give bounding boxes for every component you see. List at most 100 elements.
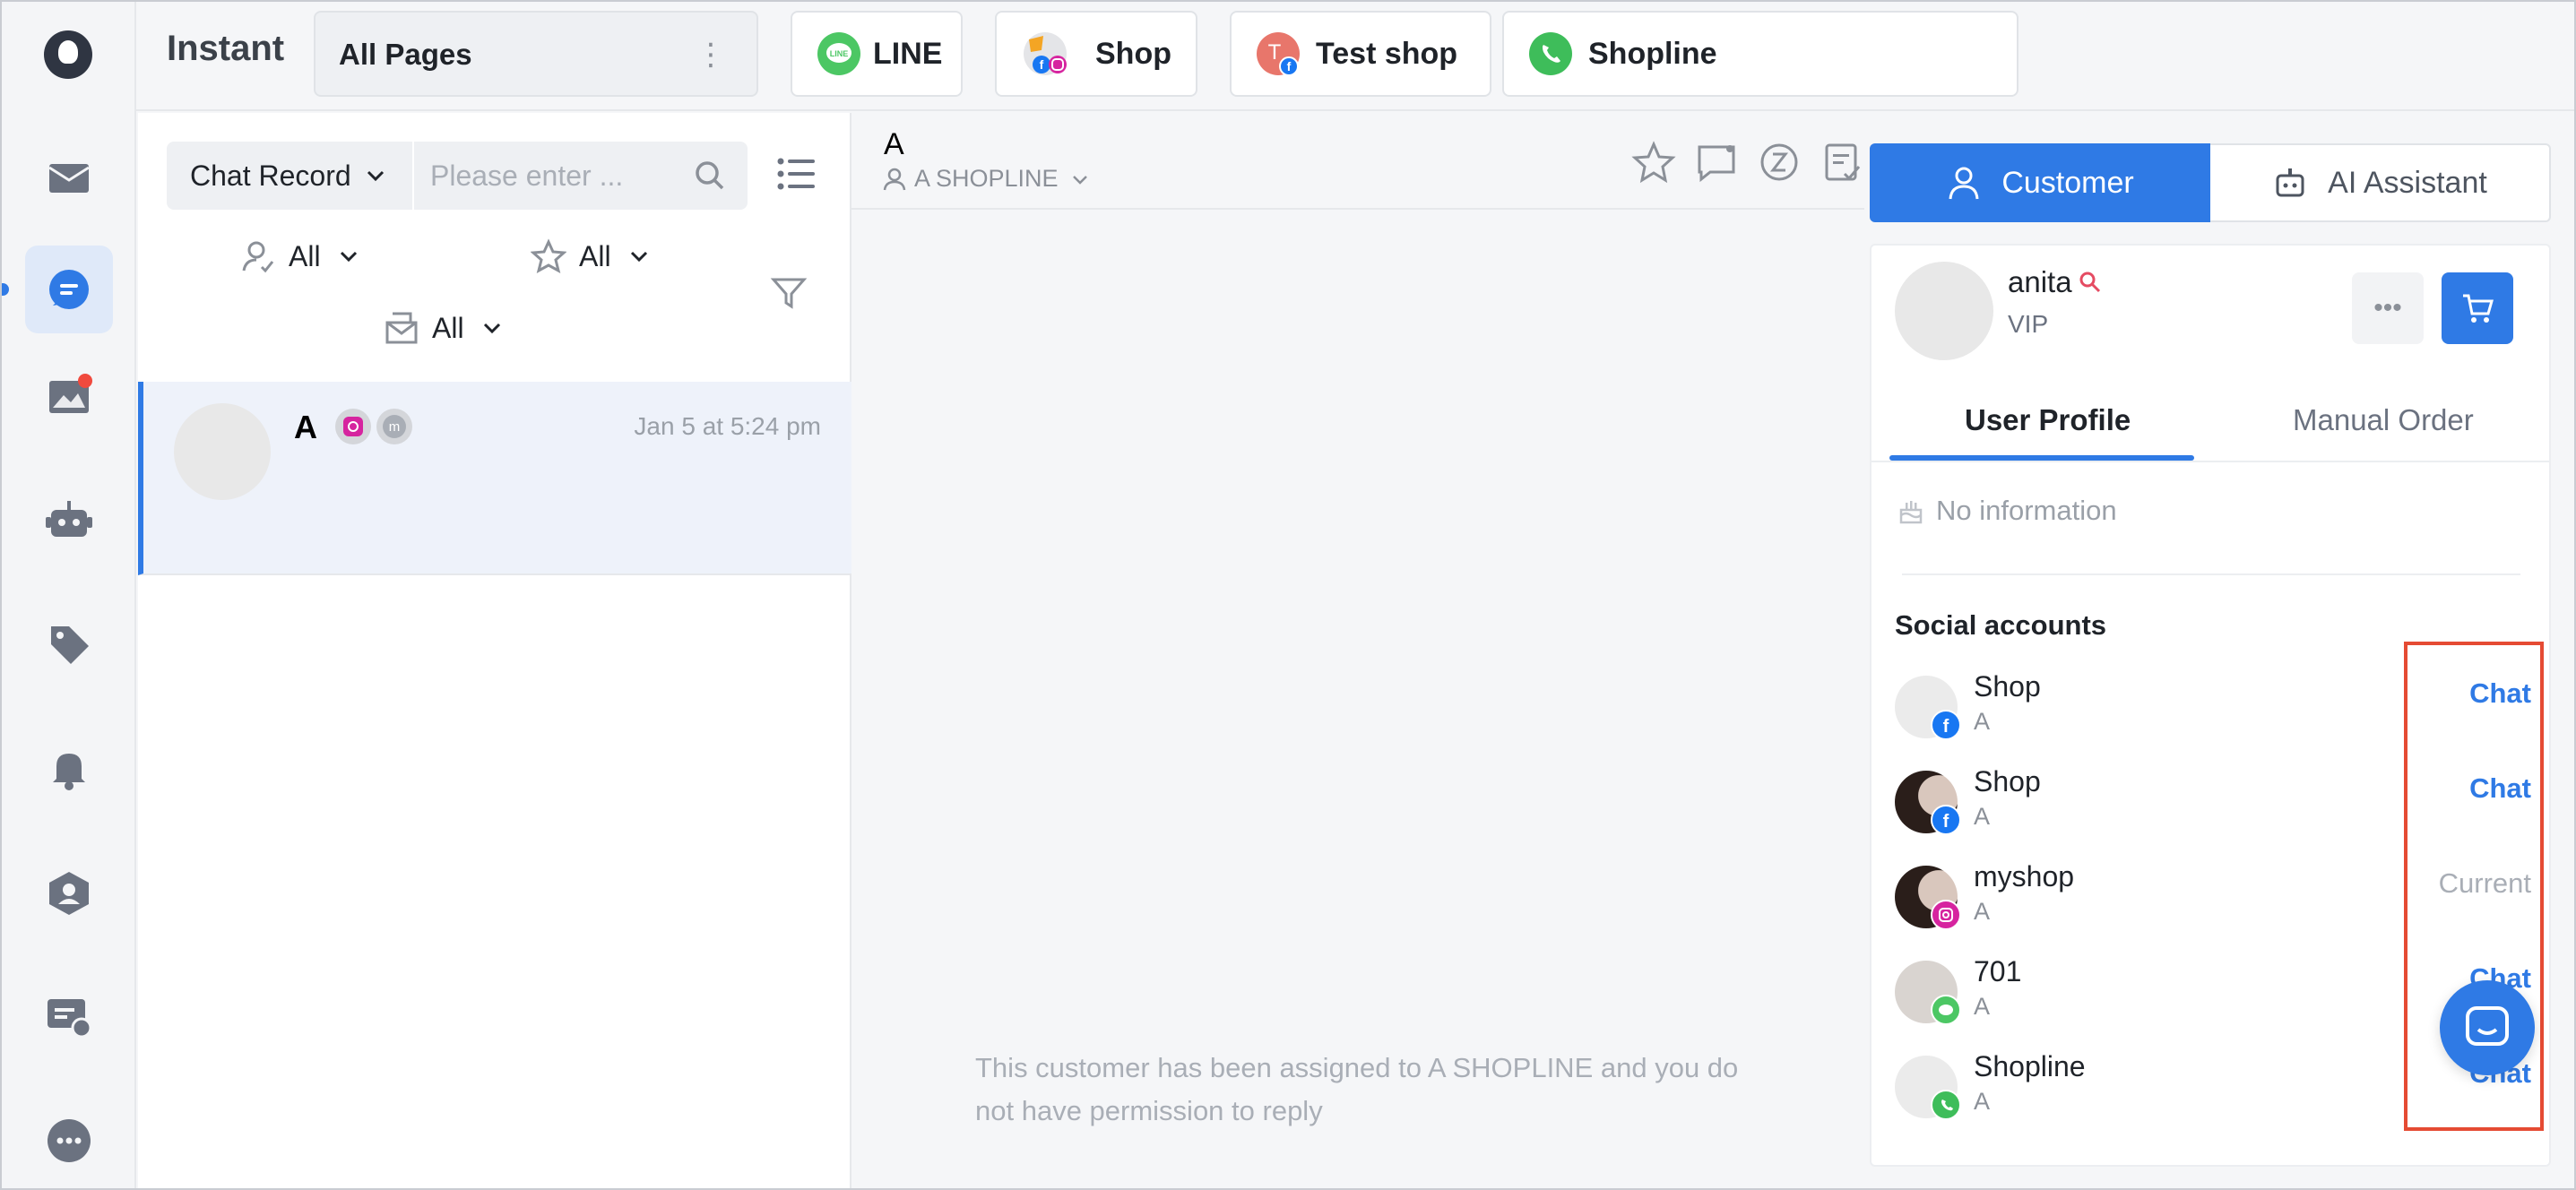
conversation-list-item[interactable]: A m Jan 5 at 5:24 pm [138, 382, 851, 575]
facebook-instagram-icon: f [1024, 32, 1067, 75]
instagram-icon [1931, 900, 1961, 930]
chat-title: A [884, 127, 904, 161]
sidebar-item-more[interactable] [25, 1097, 113, 1185]
tab-ai-assistant-label: AI Assistant [2328, 165, 2487, 200]
social-account-sub: A [1974, 993, 1991, 1020]
robot-icon [2276, 168, 2304, 197]
whatsapp-icon [1931, 1090, 1961, 1120]
sidebar-item-inbox[interactable] [25, 134, 113, 222]
starred-filter[interactable]: All [531, 238, 663, 274]
inbox-filter-value: All [432, 311, 464, 344]
sidebar-item-notifications[interactable] [25, 724, 113, 812]
assignee-filter[interactable]: All [240, 238, 373, 274]
search-box [414, 142, 748, 210]
assignee-filter-value: All [289, 239, 321, 272]
app-window: Instant All Pages ⋮ LINE LINE f Shop Tf … [0, 0, 2576, 1190]
tab-user-profile[interactable]: User Profile [1965, 403, 2131, 437]
search-input[interactable] [430, 156, 690, 195]
user-icon [1949, 167, 1979, 200]
vertical-dots-icon[interactable]: ⋮ [696, 39, 726, 70]
page-selector[interactable]: All Pages ⋮ [314, 11, 758, 97]
customer-tier: VIP [2008, 310, 2049, 338]
app-title: Instant [167, 29, 285, 68]
tab-manual-order[interactable]: Manual Order [2293, 403, 2474, 437]
active-indicator-dot [2, 283, 9, 296]
no-information-text: No information [1936, 495, 2117, 526]
app-logo[interactable] [44, 30, 92, 79]
social-account-name: 701 [1974, 955, 2022, 987]
search-icon[interactable] [692, 158, 728, 194]
inbox-filter[interactable]: All [384, 310, 516, 346]
conversation-list-panel: Chat Record All All All A [138, 113, 851, 1188]
channel-tab-shopline[interactable]: Shopline [1502, 11, 2018, 97]
chevron-down-icon [367, 170, 384, 182]
filter-icon[interactable] [770, 274, 808, 312]
tab-divider [1871, 461, 2549, 462]
record-type-select[interactable]: Chat Record [167, 142, 412, 210]
sidebar-item-posts[interactable] [25, 353, 113, 441]
chevron-down-icon [340, 251, 357, 263]
tab-customer-label: Customer [2001, 165, 2134, 200]
social-account-sub: A [1974, 803, 1991, 830]
svg-text:m: m [389, 419, 401, 435]
snooze-icon[interactable] [1757, 140, 1802, 185]
avatar [1895, 262, 1993, 360]
active-tab-underline [1889, 455, 2194, 461]
no-information: No information [1898, 495, 2117, 527]
more-options-button[interactable]: ••• [2352, 272, 2424, 344]
conversation-name: A [294, 409, 317, 445]
message-settings-icon [48, 999, 92, 1039]
cart-icon [2463, 294, 2494, 323]
channel-tab-test-shop[interactable]: Tf Test shop [1230, 11, 1491, 97]
comment-icon[interactable] [1694, 140, 1739, 185]
sidebar-item-contacts[interactable] [25, 849, 113, 937]
mail-icon [48, 164, 90, 193]
conversation-time: Jan 5 at 5:24 pm [634, 412, 821, 440]
user-check-icon [242, 241, 274, 273]
social-account-name: Shop [1974, 670, 2041, 703]
channel-tab-shop[interactable]: f Shop [995, 11, 1197, 97]
robot-icon [46, 501, 92, 537]
line-icon [1931, 995, 1961, 1025]
chat-area: A A SHOPLINE This customer has been assi… [851, 113, 1864, 1188]
channel-tab-line[interactable]: LINE LINE [791, 11, 963, 97]
chevron-down-icon [1072, 175, 1087, 185]
channel-name: LINE [873, 36, 943, 71]
bell-icon [53, 754, 85, 790]
page-selector-label: All Pages [339, 38, 472, 71]
assignee-selector[interactable]: A SHOPLINE [882, 165, 1091, 193]
star-icon[interactable] [1631, 140, 1676, 185]
sidebar-item-bot[interactable] [25, 477, 113, 565]
channel-name: Test shop [1316, 36, 1458, 71]
more-horizontal-icon: ••• [2373, 293, 2402, 323]
help-chat-button[interactable] [2440, 980, 2535, 1075]
record-type-label: Chat Record [190, 159, 351, 192]
user-search-icon[interactable] [2078, 270, 2103, 295]
tab-customer[interactable]: Customer [1870, 143, 2210, 222]
more-icon [48, 1119, 91, 1162]
social-account-sub: A [1974, 898, 1991, 925]
svg-text:f: f [1943, 812, 1949, 832]
message-icon [2466, 1006, 2509, 1046]
note-check-icon[interactable] [1820, 140, 1864, 185]
social-account-sub: A [1974, 1088, 1991, 1115]
cart-button[interactable] [2442, 272, 2513, 344]
user-icon [883, 168, 906, 190]
line-icon: LINE [817, 32, 860, 75]
social-account-name: myshop [1974, 860, 2075, 892]
sidebar-item-chat[interactable] [25, 246, 113, 333]
star-icon [531, 238, 566, 273]
list-view-icon[interactable] [774, 152, 817, 195]
tab-ai-assistant[interactable]: AI Assistant [2210, 143, 2551, 222]
assignee-name: A SHOPLINE [914, 165, 1059, 192]
whatsapp-icon [1529, 32, 1572, 75]
social-account-name: Shop [1974, 765, 2041, 798]
avatar [174, 403, 271, 500]
facebook-icon: Tf [1257, 32, 1300, 75]
sidebar-item-tags[interactable] [25, 600, 113, 688]
permission-notice: This customer has been assigned to A SHO… [975, 1052, 1739, 1126]
sidebar-item-broadcast[interactable] [25, 973, 113, 1061]
social-account-name: Shopline [1974, 1050, 2086, 1082]
starred-filter-value: All [579, 239, 611, 272]
svg-text:f: f [1040, 57, 1044, 72]
